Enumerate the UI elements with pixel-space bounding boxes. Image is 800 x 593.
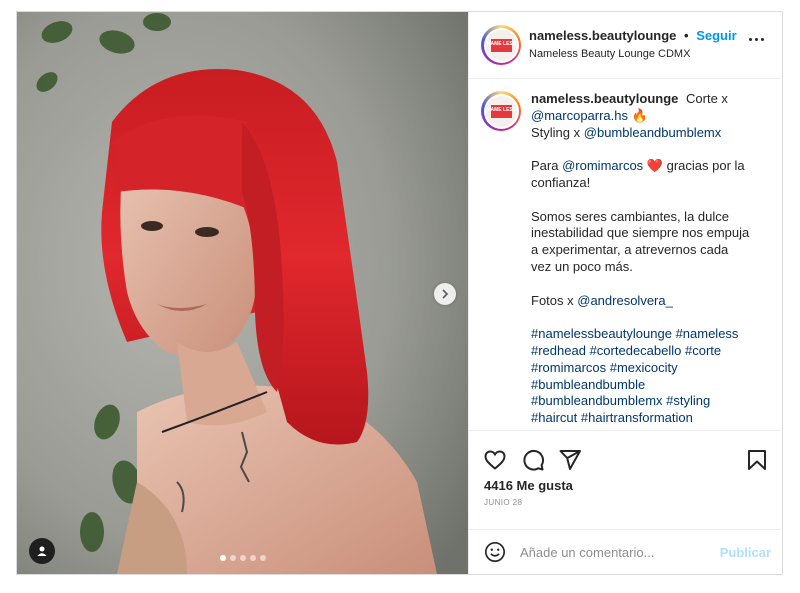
heart-emoji: ❤️ — [646, 158, 663, 174]
hashtag-link[interactable]: #romimarcos — [531, 360, 606, 375]
user-tag-icon — [37, 546, 47, 556]
mention-link[interactable]: @romimarcos — [562, 158, 643, 173]
next-photo-button[interactable] — [434, 283, 456, 305]
carousel-dot — [240, 555, 246, 561]
likes-count[interactable]: 4416 Me gusta — [484, 478, 573, 493]
carousel-indicator — [220, 555, 266, 561]
caption-body: Somos seres cambiantes, la dulce inestab… — [531, 208, 750, 274]
logo-text: NAME LESS — [486, 107, 516, 113]
caption-username[interactable]: nameless.beautylounge — [531, 91, 678, 106]
brand-logo: NAME LESS — [485, 29, 517, 61]
carousel-dot — [250, 555, 256, 561]
action-bar — [469, 443, 783, 477]
hashtag-link[interactable]: #redhead — [531, 343, 586, 358]
post-side-panel: NAME LESS nameless.beautylounge • Seguir… — [468, 12, 783, 574]
hashtag-link[interactable]: #bumbleandbumblemx — [531, 393, 663, 408]
bookmark-icon — [748, 450, 766, 470]
mention-link[interactable]: @bumbleandbumblemx — [584, 125, 722, 140]
username-link[interactable]: nameless.beautylounge — [529, 28, 676, 43]
share-button[interactable] — [558, 448, 582, 477]
post-date[interactable]: JUNIO 28 — [484, 498, 522, 507]
avatar[interactable]: NAME LESS — [481, 25, 521, 65]
like-button[interactable] — [483, 448, 507, 477]
user-tags-button[interactable] — [29, 538, 55, 564]
fire-emoji: 🔥 — [631, 107, 648, 123]
hashtag-link[interactable]: #namelessbeautylounge — [531, 326, 672, 341]
caption-section: NAME LESS nameless.beautylounge Corte x … — [469, 79, 782, 431]
comment-bar: Publicar — [469, 529, 783, 574]
hashtag-link[interactable]: #bumbleandbumble — [531, 377, 645, 392]
location-link[interactable]: Nameless Beauty Lounge CDMX — [529, 45, 737, 63]
portrait-image — [17, 12, 468, 574]
comment-icon — [523, 449, 545, 471]
post-photo[interactable] — [17, 12, 468, 574]
mention-link[interactable]: @marcoparra.hs — [531, 108, 628, 123]
carousel-dot — [230, 555, 236, 561]
hashtag-link[interactable]: #corte — [685, 343, 721, 358]
emoji-button[interactable] — [484, 541, 506, 563]
chevron-right-icon — [442, 289, 449, 299]
hashtag-link[interactable]: #styling — [666, 393, 710, 408]
follow-button[interactable]: Seguir — [696, 28, 736, 43]
caption-avatar[interactable]: NAME LESS — [481, 91, 521, 131]
hashtag-link[interactable]: #hairtransformation — [581, 410, 693, 425]
more-options-button[interactable] — [749, 38, 764, 41]
emoji-icon — [485, 542, 505, 562]
caption-text: nameless.beautylounge Corte x @marcoparr… — [531, 91, 751, 427]
carousel-dot — [260, 555, 266, 561]
hashtag-list: #namelessbeautylounge #nameless #redhead… — [531, 326, 751, 427]
carousel-dot — [220, 555, 226, 561]
hashtag-link[interactable]: #cortedecabello — [590, 343, 682, 358]
post-card: NAME LESS nameless.beautylounge • Seguir… — [16, 11, 783, 575]
post-header: NAME LESS nameless.beautylounge • Seguir… — [469, 12, 782, 79]
save-button[interactable] — [745, 448, 769, 477]
logo-text: NAME LESS — [486, 41, 516, 47]
more-icon — [749, 38, 752, 41]
publish-button[interactable]: Publicar — [720, 545, 771, 560]
hashtag-link[interactable]: #nameless — [676, 326, 739, 341]
share-icon — [559, 450, 581, 470]
heart-icon — [484, 450, 506, 470]
hashtag-link[interactable]: #haircut — [531, 410, 577, 425]
hashtag-link[interactable]: #mexicocity — [610, 360, 678, 375]
mention-link[interactable]: @andresolvera_ — [577, 293, 673, 308]
comment-button[interactable] — [521, 448, 545, 477]
separator-dot: • — [684, 28, 689, 43]
comment-input[interactable] — [520, 544, 710, 560]
